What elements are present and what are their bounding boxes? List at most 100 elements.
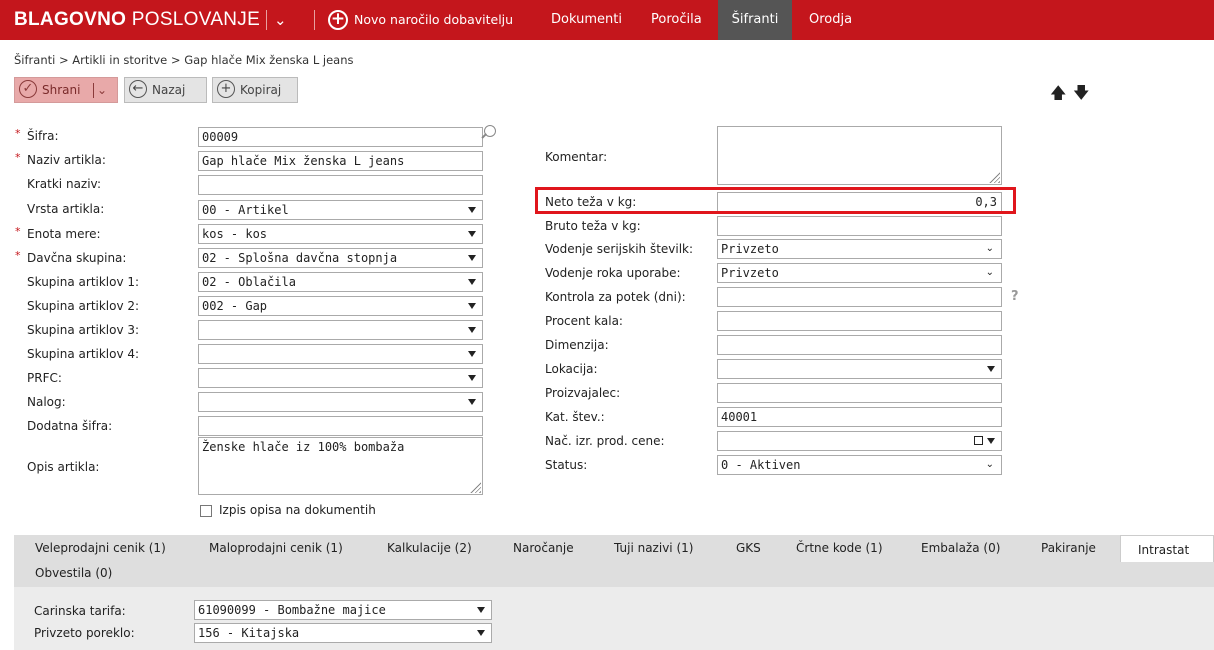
kratki-label: Kratki naziv: [27, 177, 102, 191]
kat-input[interactable]: 40001 [717, 407, 1002, 427]
resize-grip-icon[interactable] [989, 172, 1000, 183]
save-button[interactable]: ✓ Shrani ⌄ [14, 77, 118, 103]
tab-kalkulacije[interactable]: Kalkulacije (2) [387, 541, 472, 555]
skupina1-value: 02 - Oblačila [202, 275, 296, 289]
tab-pakiranje[interactable]: Pakiranje [1041, 541, 1096, 555]
required-marker: * [15, 225, 21, 238]
skupina2-select[interactable]: 002 - Gap [198, 296, 483, 316]
back-button[interactable]: ← Nazaj [124, 77, 207, 103]
skupina1-label: Skupina artiklov 1: [27, 275, 140, 289]
chevron-down-icon[interactable]: ⌄ [97, 78, 107, 102]
tab-bar: Veleprodajni cenik (1) Maloprodajni ceni… [14, 535, 1214, 587]
poreklo-value: 156 - Kitajska [198, 626, 300, 640]
toolbar: ✓ Shrani ⌄ ← Nazaj + Kopiraj 🡅 🡇 [0, 74, 1214, 108]
tab-intrastat[interactable]: Intrastat [1120, 535, 1214, 562]
nalog-label: Nalog: [27, 395, 66, 409]
davcna-select[interactable]: 02 - Splošna davčna stopnja [198, 248, 483, 268]
new-order-link[interactable]: Novo naročilo dobavitelju [354, 12, 513, 27]
arrow-up-icon[interactable]: 🡅 [1050, 82, 1066, 109]
square-icon [974, 436, 983, 445]
poreklo-select[interactable]: 156 - Kitajska [194, 623, 492, 643]
skupina3-select[interactable] [198, 320, 483, 340]
kontrola-label: Kontrola za potek (dni): [545, 290, 686, 304]
check-circle-icon: ✓ [19, 80, 37, 98]
tab-embalaza[interactable]: Embalaža (0) [921, 541, 1000, 555]
serijske-select[interactable]: Privzeto ⌄ [717, 239, 1002, 259]
divider [93, 83, 94, 98]
arrow-left-circle-icon: ← [129, 80, 147, 98]
divider [266, 10, 267, 30]
brand-bold: BLAGOVNO [14, 9, 127, 30]
lokacija-label: Lokacija: [545, 362, 598, 376]
menu-dokumenti[interactable]: Dokumenti [541, 0, 632, 40]
menu-porocila[interactable]: Poročila [641, 0, 712, 40]
arrow-down-icon[interactable]: 🡇 [1073, 82, 1089, 109]
copy-button[interactable]: + Kopiraj [212, 77, 298, 103]
dodatna-input[interactable] [198, 416, 483, 436]
status-select[interactable]: 0 - Aktiven ⌄ [717, 455, 1002, 475]
skupina4-select[interactable] [198, 344, 483, 364]
back-label: Nazaj [152, 83, 186, 97]
help-icon[interactable]: ? [1011, 289, 1019, 304]
tarifa-label: Carinska tarifa: [34, 604, 126, 618]
plus-circle-icon[interactable]: + [328, 10, 348, 30]
kratki-input[interactable] [198, 175, 483, 195]
nalog-select[interactable] [198, 392, 483, 412]
caret-down-icon [468, 231, 476, 237]
enota-select[interactable]: kos - kos [198, 224, 483, 244]
opis-label: Opis artikla: [27, 460, 100, 474]
copy-label: Kopiraj [240, 83, 282, 97]
tab-narocanje[interactable]: Naročanje [513, 541, 574, 555]
sifra-label: Šifra: [27, 129, 59, 143]
kat-label: Kat. štev.: [545, 410, 605, 424]
save-label: Shrani [42, 83, 81, 97]
chevron-down-icon[interactable]: ⌄ [274, 11, 287, 29]
opis-value: Ženske hlače iz 100% bombaža [202, 440, 405, 454]
sifra-input[interactable]: 00009 [198, 127, 483, 147]
poreklo-label: Privzeto poreklo: [34, 626, 135, 640]
enota-value: kos - kos [202, 227, 268, 241]
dimenzija-input[interactable] [717, 335, 1002, 355]
tarifa-select[interactable]: 61090099 - Bombažne majice [194, 600, 492, 620]
tab-maloprodajni-cenik[interactable]: Maloprodajni cenik (1) [209, 541, 343, 555]
menu-orodja[interactable]: Orodja [799, 0, 862, 40]
opis-textarea[interactable]: Ženske hlače iz 100% bombaža [198, 437, 483, 495]
status-label: Status: [545, 458, 588, 472]
vrsta-select[interactable]: 00 - Artikel [198, 200, 483, 220]
lokacija-select[interactable] [717, 359, 1002, 379]
izpis-checkbox[interactable] [200, 505, 212, 517]
naziv-input[interactable]: Gap hlače Mix ženska L jeans [198, 151, 483, 171]
nac-select[interactable] [717, 431, 1002, 451]
kontrola-input[interactable] [717, 287, 1002, 307]
prfc-select[interactable] [198, 368, 483, 388]
tab-veleprodajni-cenik[interactable]: Veleprodajni cenik (1) [35, 541, 166, 555]
proizvajalec-label: Proizvajalec: [545, 386, 621, 400]
menu-sifranti[interactable]: Šifranti [718, 0, 792, 40]
app-brand[interactable]: BLAGOVNO POSLOVANJE [14, 9, 260, 31]
roka-label: Vodenje roka uporabe: [545, 266, 681, 280]
skupina3-label: Skupina artiklov 3: [27, 323, 140, 337]
tab-obvestila[interactable]: Obvestila (0) [35, 566, 112, 580]
nac-label: Nač. izr. prod. cene: [545, 434, 665, 448]
tab-gks[interactable]: GKS [736, 541, 761, 555]
divider [314, 10, 315, 30]
naziv-label: Naziv artikla: [27, 153, 106, 167]
tab-panel-intrastat: Carinska tarifa: 61090099 - Bombažne maj… [14, 587, 1214, 650]
required-marker: * [15, 151, 21, 164]
komentar-textarea[interactable] [717, 126, 1002, 185]
search-icon[interactable] [484, 125, 496, 137]
status-value: 0 - Aktiven [721, 458, 801, 472]
skupina1-select[interactable]: 02 - Oblačila [198, 272, 483, 292]
roka-value: Privzeto [721, 266, 779, 280]
proizvajalec-input[interactable] [717, 383, 1002, 403]
davcna-label: Davčna skupina: [27, 251, 127, 265]
roka-select[interactable]: Privzeto ⌄ [717, 263, 1002, 283]
tab-crtne-kode[interactable]: Črtne kode (1) [796, 541, 883, 555]
resize-grip-icon[interactable] [470, 482, 481, 493]
procent-input[interactable] [717, 311, 1002, 331]
tab-tuji-nazivi[interactable]: Tuji nazivi (1) [614, 541, 693, 555]
caret-down-icon [477, 607, 485, 613]
bruto-input[interactable] [717, 216, 1002, 236]
vrsta-value: 00 - Artikel [202, 203, 289, 217]
top-bar: BLAGOVNO POSLOVANJE ⌄ + Novo naročilo do… [0, 0, 1214, 40]
